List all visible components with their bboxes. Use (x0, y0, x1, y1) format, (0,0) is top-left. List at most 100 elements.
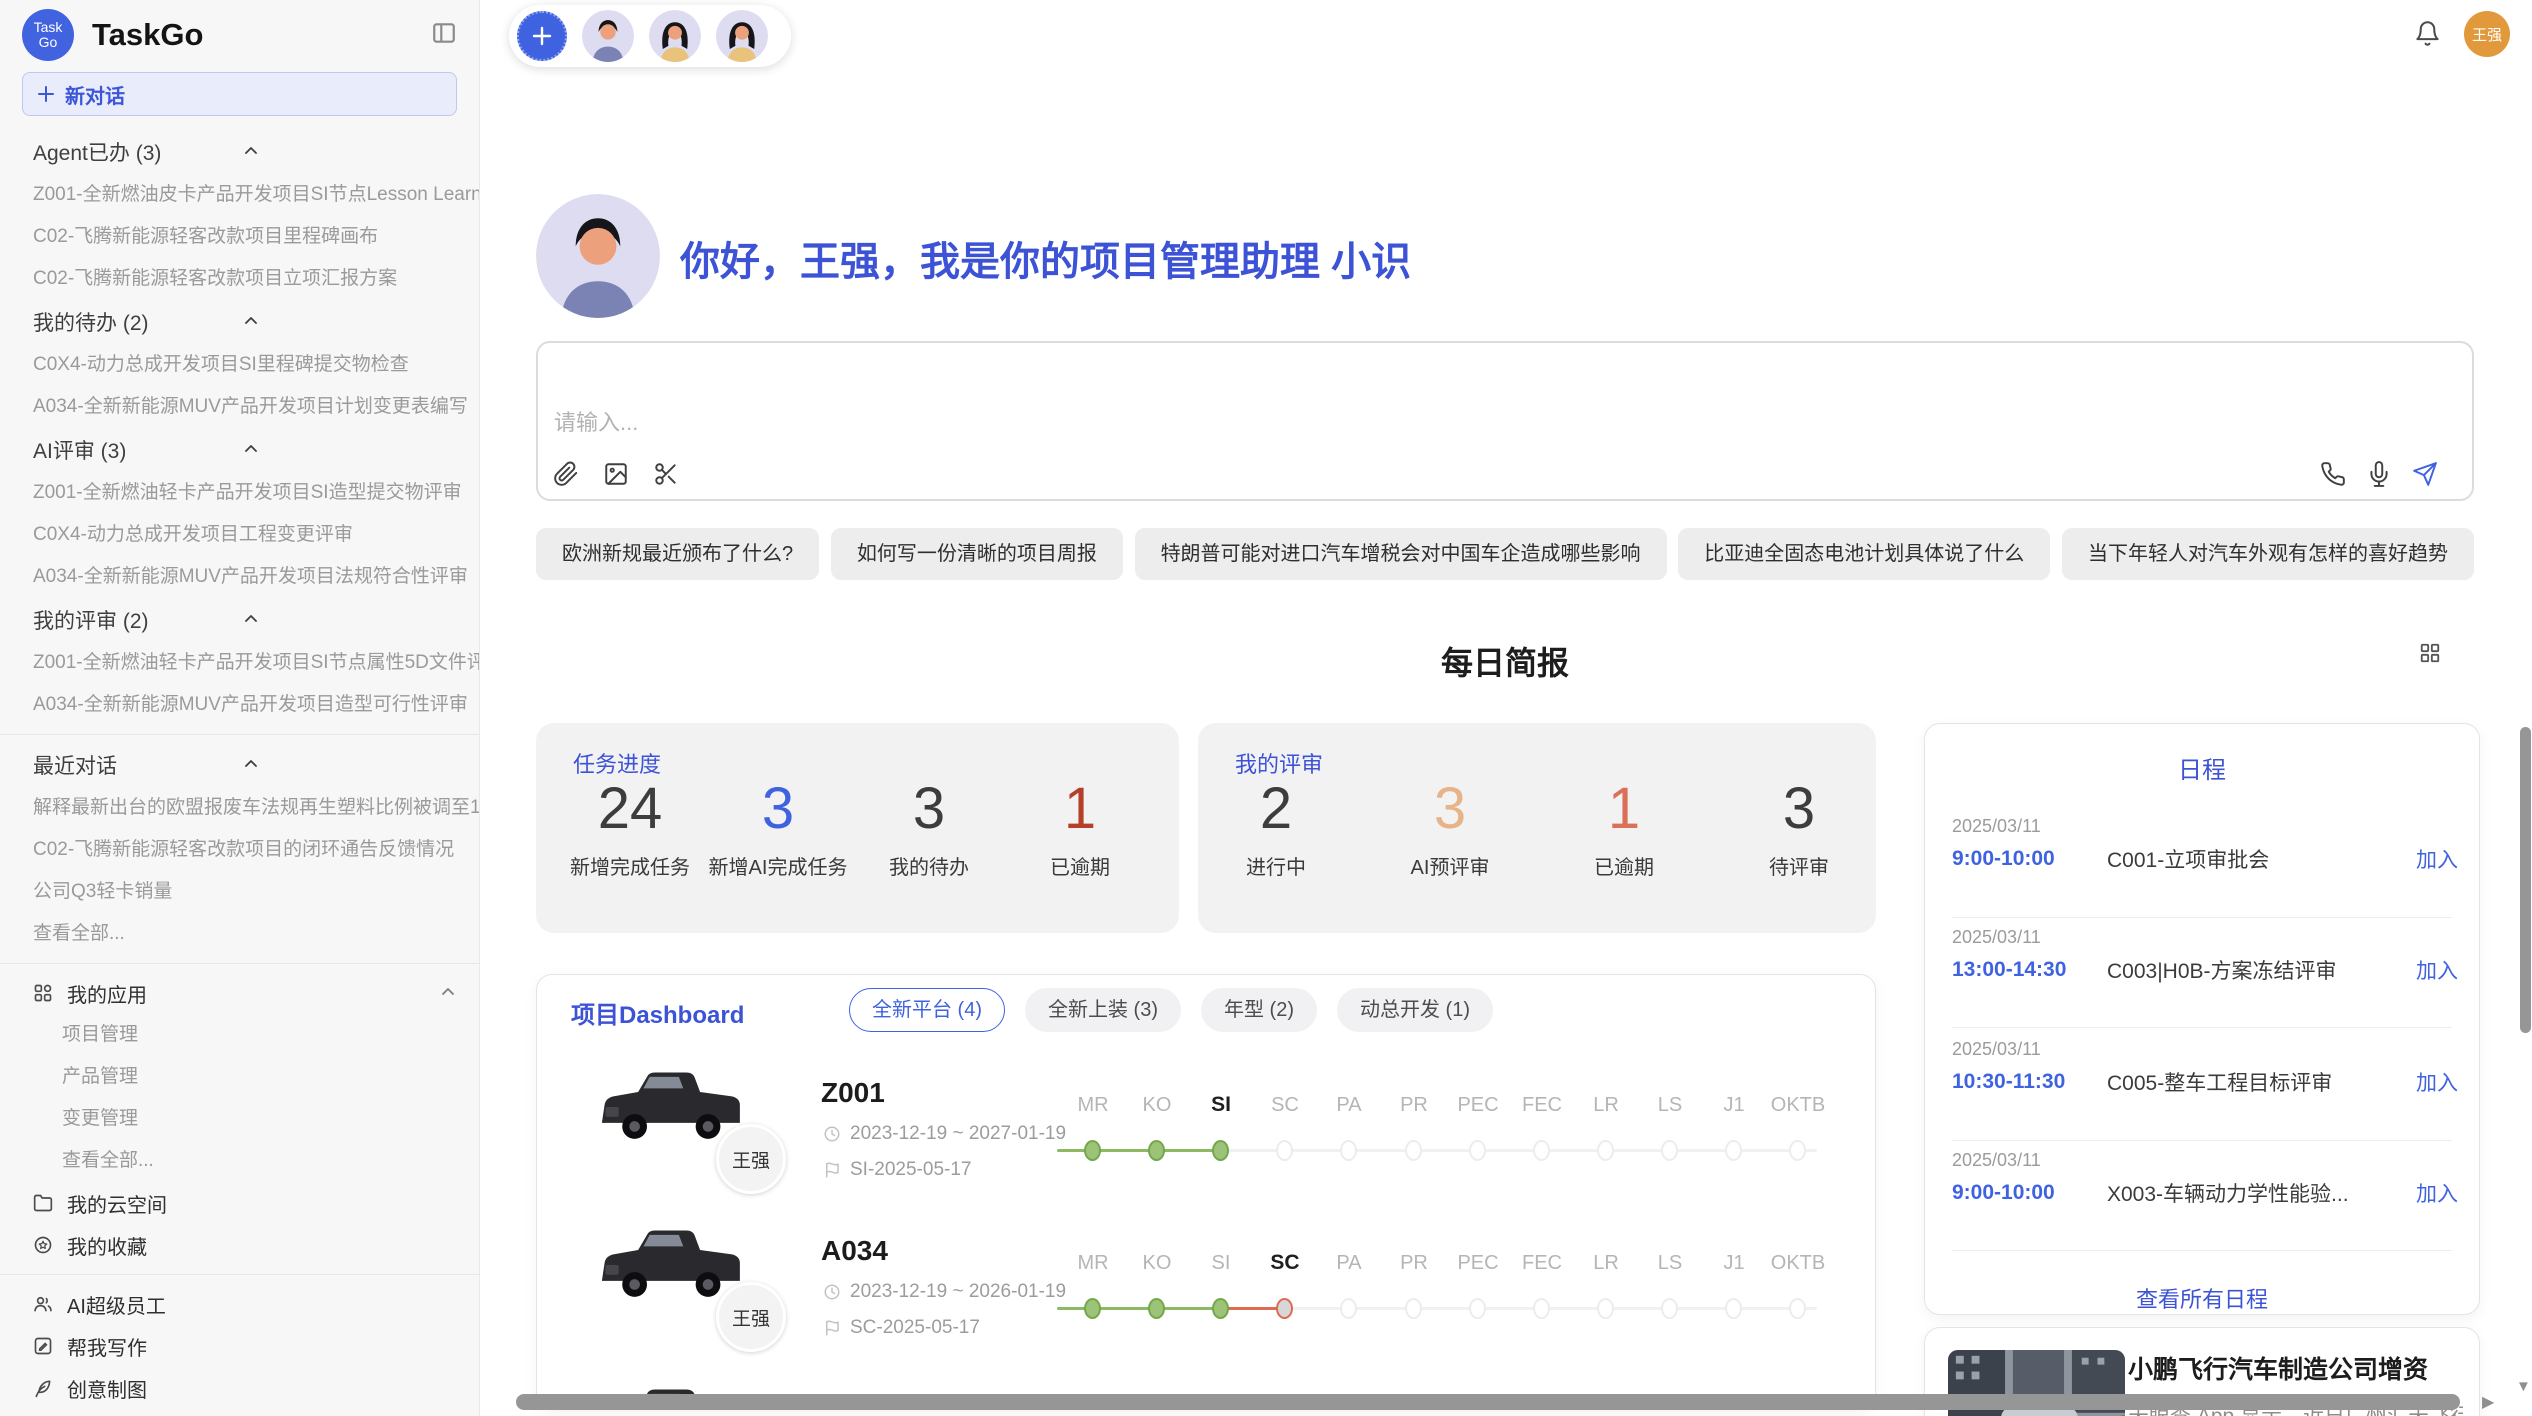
milestone-dot (1212, 1298, 1229, 1319)
chevron-up-icon (244, 438, 455, 462)
people-icon (33, 1294, 53, 1314)
list-item[interactable]: C0X4-动力总成开发项目SI里程碑提交物检查 (0, 344, 479, 386)
notification-bell-icon[interactable] (2414, 20, 2441, 52)
send-icon[interactable] (2412, 461, 2438, 487)
chevron-up-icon (244, 608, 455, 632)
microphone-icon[interactable] (2366, 461, 2392, 487)
sidebar-item-creative-draw[interactable]: 创意制图 (0, 1367, 479, 1409)
section-header-recent-chats[interactable]: 最近对话 (0, 743, 479, 787)
sidebar-item-cloud-space[interactable]: 我的云空间 (0, 1182, 479, 1224)
divider (0, 1274, 479, 1275)
list-item[interactable]: Z001-全新燃油皮卡产品开发项目SI节点Lesson Learn报告 (0, 174, 479, 216)
section-header-my-todo[interactable]: 我的待办 (2) (0, 300, 479, 344)
milestone-dot (1725, 1298, 1742, 1319)
suggestion-chip[interactable]: 特朗普可能对进口汽车增税会对中国车企造成哪些影响 (1135, 528, 1667, 580)
avatar[interactable] (716, 10, 768, 62)
milestone-dot (1405, 1298, 1422, 1319)
event-time: 10:30-11:30 (1952, 1070, 2107, 1094)
schedule-event: 2025/03/11 13:00-14:30C003|H0B-方案冻结评审加入 (1952, 927, 2458, 1017)
suggestion-chip[interactable]: 如何写一份清晰的项目周报 (831, 528, 1123, 580)
join-link[interactable]: 加入 (2416, 1067, 2458, 1097)
list-item[interactable]: Z001-全新燃油轻卡产品开发项目SI造型提交物评审 (0, 472, 479, 514)
stat-label: 已逾期 (1050, 851, 1110, 880)
milestone-dot (1789, 1140, 1806, 1161)
milestone-dot (1533, 1298, 1550, 1319)
sidebar-item-favorites[interactable]: 我的收藏 (0, 1224, 479, 1266)
view-all-chats[interactable]: 查看全部... (0, 913, 479, 955)
app-item-product-mgmt[interactable]: 产品管理 (0, 1056, 479, 1098)
stat-value: 3 (1411, 779, 1490, 839)
flag-icon (823, 1319, 841, 1337)
list-item[interactable]: C02-飞腾新能源轻客改款项目里程碑画布 (0, 216, 479, 258)
image-icon[interactable] (603, 461, 629, 487)
clock-icon (823, 1283, 841, 1301)
add-session-button[interactable] (517, 11, 567, 61)
milestone-dot (1661, 1298, 1678, 1319)
app-item-project-mgmt[interactable]: 项目管理 (0, 1014, 479, 1056)
list-item[interactable]: A034-全新新能源MUV产品开发项目计划变更表编写 (0, 386, 479, 428)
suggestion-chip[interactable]: 欧洲新规最近颁布了什么? (536, 528, 819, 580)
tab-year-model[interactable]: 年型 (2) (1201, 988, 1317, 1032)
sidebar: Task Go TaskGo 新对话 Agent已办 (3) Z001-全新燃油… (0, 0, 480, 1416)
section-header-agent-done[interactable]: Agent已办 (3) (0, 130, 479, 174)
sidebar-item-ai-staff[interactable]: AI超级员工 (0, 1283, 479, 1325)
tab-powertrain[interactable]: 动总开发 (1) (1337, 988, 1493, 1032)
list-item[interactable]: A034-全新新能源MUV产品开发项目造型可行性评审 (0, 684, 479, 726)
list-item[interactable]: Z001-全新燃油轻卡产品开发项目SI节点属性5D文件评审 (0, 642, 479, 684)
stat-value: 3 (1769, 779, 1829, 839)
milestone-dot (1533, 1140, 1550, 1161)
user-avatar[interactable]: 王强 (2464, 11, 2510, 57)
composer-right-tools (2320, 461, 2438, 487)
new-chat-button[interactable]: 新对话 (22, 72, 457, 116)
message-input[interactable] (554, 405, 1454, 441)
avatar[interactable] (582, 10, 634, 62)
message-composer (536, 341, 2474, 501)
event-name: X003-车辆动力学性能验... (2107, 1178, 2416, 1208)
vertical-scrollbar[interactable] (2520, 727, 2531, 1033)
suggestion-chip[interactable]: 比亚迪全固态电池计划具体说了什么 (1678, 528, 2050, 580)
divider (0, 963, 479, 964)
stat-value: 2 (1246, 779, 1306, 839)
event-name: C001-立项审批会 (2107, 844, 2416, 874)
view-all-apps[interactable]: 查看全部... (0, 1140, 479, 1182)
phone-icon[interactable] (2320, 461, 2346, 487)
list-item[interactable]: C02-飞腾新能源轻客改款项目立项汇报方案 (0, 258, 479, 300)
paperclip-icon[interactable] (553, 461, 579, 487)
join-link[interactable]: 加入 (2416, 1178, 2458, 1208)
star-circle-icon (33, 1235, 53, 1255)
milestone-dot (1597, 1298, 1614, 1319)
card-title: 我的评审 (1235, 747, 1323, 779)
scissors-icon[interactable] (653, 461, 679, 487)
section-header-my-review[interactable]: 我的评审 (2) (0, 598, 479, 642)
scroll-right-arrow[interactable]: ▶ (2482, 1392, 2494, 1412)
flag-icon (823, 1161, 841, 1179)
tab-new-body[interactable]: 全新上装 (3) (1025, 988, 1181, 1032)
tab-new-platform[interactable]: 全新平台 (4) (849, 988, 1005, 1032)
horizontal-scrollbar[interactable] (516, 1394, 2460, 1410)
sidebar-item-help-write[interactable]: 帮我写作 (0, 1325, 479, 1367)
sidebar-collapse-icon[interactable] (431, 20, 457, 51)
dashboard-title: 项目Dashboard (571, 995, 744, 1030)
milestone-dot (1597, 1140, 1614, 1161)
section-header-ai-review[interactable]: AI评审 (3) (0, 428, 479, 472)
list-item[interactable]: 公司Q3轻卡销量 (0, 871, 479, 913)
project-dates: 2023-12-19 ~ 2027-01-19 (823, 1123, 1066, 1145)
event-time: 13:00-14:30 (1952, 958, 2107, 982)
list-item[interactable]: 解释最新出台的欧盟报废车法规再生塑料比例被调至15%... (0, 787, 479, 829)
layout-grid-icon[interactable] (2419, 642, 2441, 669)
suggestion-chip[interactable]: 当下年轻人对汽车外观有怎样的喜好趋势 (2062, 528, 2474, 580)
list-item[interactable]: A034-全新新能源MUV产品开发项目法规符合性评审 (0, 556, 479, 598)
sidebar-item-my-apps[interactable]: 我的应用 (0, 972, 479, 1014)
view-all-schedule[interactable]: 查看所有日程 (1925, 1282, 2479, 1314)
app-item-change-mgmt[interactable]: 变更管理 (0, 1098, 479, 1140)
list-item[interactable]: C02-飞腾新能源轻客改款项目的闭环通告反馈情况 (0, 829, 479, 871)
milestone-dot (1469, 1298, 1486, 1319)
avatar[interactable] (649, 10, 701, 62)
list-item[interactable]: C0X4-动力总成开发项目工程变更评审 (0, 514, 479, 556)
app-title: TaskGo (92, 17, 203, 53)
join-link[interactable]: 加入 (2416, 955, 2458, 985)
folder-icon (33, 1193, 53, 1213)
owner-badge: 王强 (716, 1282, 786, 1352)
join-link[interactable]: 加入 (2416, 844, 2458, 874)
scroll-down-arrow[interactable]: ▼ (2516, 1378, 2531, 1395)
